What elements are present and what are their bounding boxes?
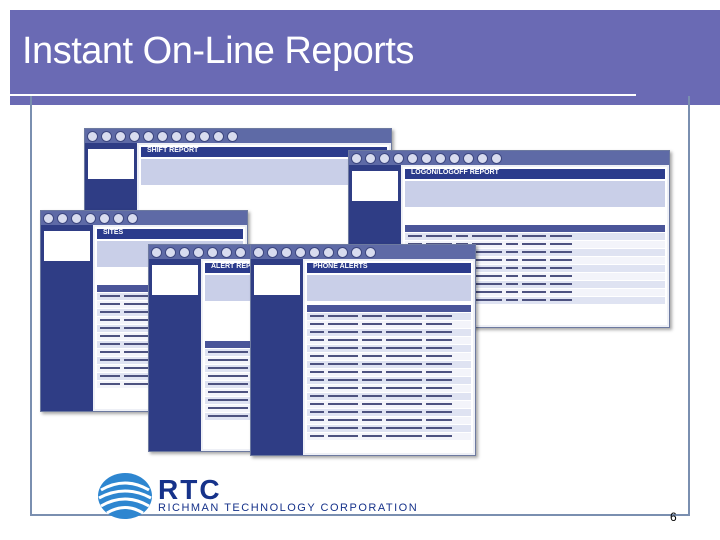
toolbar-icon: [227, 131, 238, 142]
toolbar-icon: [235, 247, 246, 258]
toolbar-icon: [85, 213, 96, 224]
screenshot-window-phone-alerts: PHONE ALERTS: [250, 244, 476, 456]
toolbar-icon: [449, 153, 460, 164]
panel-form: [405, 181, 665, 207]
phone-alert-table: [307, 305, 471, 441]
toolbar-icon: [295, 247, 306, 258]
table-header-row: [405, 225, 665, 233]
panel-heading: LOGON/LOGOFF REPORT: [405, 169, 665, 179]
toolbar-icon: [129, 131, 140, 142]
toolbar-icon: [165, 247, 176, 258]
rtc-globe-logo-icon: [98, 473, 152, 519]
window-toolbar: [41, 211, 247, 225]
toolbar-icon: [379, 153, 390, 164]
toolbar-icon: [87, 131, 98, 142]
table-row: [307, 425, 471, 433]
panel-heading: SITES: [97, 229, 243, 239]
table-row: [307, 385, 471, 393]
page-number: 6: [670, 510, 677, 524]
company-name: RICHMAN TECHNOLOGY CORPORATION: [158, 502, 419, 514]
window-toolbar: [251, 245, 475, 259]
table-row: [405, 233, 665, 241]
toolbar-icon: [113, 213, 124, 224]
toolbar-icon: [151, 247, 162, 258]
toolbar-icon: [435, 153, 446, 164]
table-row: [307, 409, 471, 417]
table-row: [307, 417, 471, 425]
toolbar-icon: [185, 131, 196, 142]
title-underline: [0, 94, 636, 96]
toolbar-icon: [309, 247, 320, 258]
toolbar-icon: [199, 131, 210, 142]
toolbar-icon: [221, 247, 232, 258]
toolbar-icon: [99, 213, 110, 224]
table-row: [307, 361, 471, 369]
toolbar-icon: [365, 247, 376, 258]
toolbar-icon: [43, 213, 54, 224]
toolbar-icon: [57, 213, 68, 224]
toolbar-icon: [179, 247, 190, 258]
table-header-row: [307, 305, 471, 313]
toolbar-icon: [207, 247, 218, 258]
panel-form: [307, 275, 471, 301]
window-left-column: [251, 259, 303, 455]
toolbar-icon: [127, 213, 138, 224]
toolbar-icon: [421, 153, 432, 164]
panel-heading: PHONE ALERTS: [307, 263, 471, 273]
table-row: [307, 433, 471, 441]
table-row: [307, 321, 471, 329]
toolbar-icon: [323, 247, 334, 258]
right-frame-rule: [688, 96, 690, 516]
table-row: [307, 353, 471, 361]
toolbar-icon: [143, 131, 154, 142]
toolbar-icon: [157, 131, 168, 142]
window-left-column: [41, 225, 93, 411]
table-row: [307, 337, 471, 345]
toolbar-icon: [407, 153, 418, 164]
toolbar-icon: [365, 153, 376, 164]
table-row: [307, 329, 471, 337]
table-row: [307, 345, 471, 353]
window-left-column: [149, 259, 201, 451]
toolbar-icon: [477, 153, 488, 164]
slide-title: Instant On-Line Reports: [22, 30, 414, 72]
toolbar-icon: [101, 131, 112, 142]
window-panel: PHONE ALERTS: [305, 261, 473, 453]
window-toolbar: [349, 151, 669, 165]
table-row: [307, 393, 471, 401]
toolbar-icon: [71, 213, 82, 224]
table-row: [307, 369, 471, 377]
title-band: Instant On-Line Reports: [0, 0, 720, 108]
toolbar-icon: [337, 247, 348, 258]
toolbar-icon: [267, 247, 278, 258]
toolbar-icon: [491, 153, 502, 164]
window-toolbar: [85, 129, 391, 143]
toolbar-icon: [253, 247, 264, 258]
toolbar-icon: [193, 247, 204, 258]
toolbar-icon: [171, 131, 182, 142]
table-row: [307, 313, 471, 321]
toolbar-icon: [213, 131, 224, 142]
toolbar-icon: [351, 247, 362, 258]
table-row: [307, 377, 471, 385]
toolbar-icon: [115, 131, 126, 142]
toolbar-icon: [393, 153, 404, 164]
toolbar-icon: [351, 153, 362, 164]
toolbar-icon: [463, 153, 474, 164]
toolbar-icon: [281, 247, 292, 258]
table-row: [307, 401, 471, 409]
left-frame-rule: [30, 96, 32, 516]
